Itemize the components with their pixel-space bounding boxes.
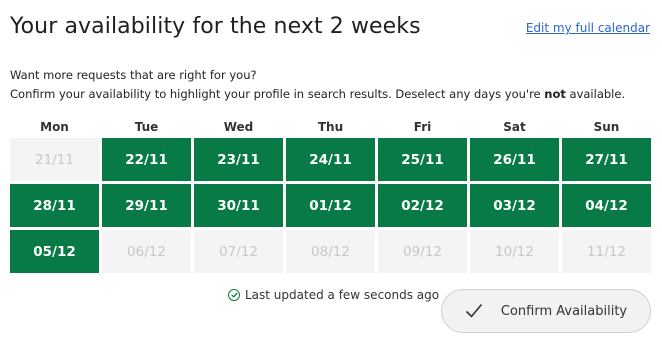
date-cell[interactable]: 09/12 [378,230,467,273]
edit-full-calendar-link[interactable]: Edit my full calendar [526,21,650,35]
date-cell[interactable]: 28/11 [10,184,99,227]
confirm-availability-label: Confirm Availability [500,303,628,319]
day-header-tue: Tue [134,120,159,134]
date-cell[interactable]: 01/12 [286,184,375,227]
day-header-sun: Sun [593,120,620,134]
day-header-sat: Sat [503,120,526,134]
date-cell[interactable]: 25/11 [378,138,467,181]
date-cell[interactable]: 02/12 [378,184,467,227]
intro-line-2-bold: not [544,87,566,101]
date-cell[interactable]: 21/11 [10,138,99,181]
intro-text: Want more requests that are right for yo… [10,66,625,104]
date-cell[interactable]: 22/11 [102,138,191,181]
day-header-wed: Wed [223,120,254,134]
day-headers: Mon Tue Wed Thu Fri Sat Sun [10,118,651,138]
date-grid: 21/11 22/11 23/11 24/11 25/11 26/11 27/11 28/11… [10,138,651,273]
checkmark-icon [465,303,483,319]
intro-line-2: Confirm your availability to highlight y… [10,85,625,104]
date-cell[interactable]: 29/11 [102,184,191,227]
day-header-fri: Fri [413,120,432,134]
last-updated-text: Last updated a few seconds ago [245,288,440,302]
date-cell[interactable]: 23/11 [194,138,283,181]
date-cell[interactable]: 06/12 [102,230,191,273]
day-header-thu: Thu [317,120,344,134]
date-cell[interactable]: 07/12 [194,230,283,273]
check-circle-icon [228,289,240,301]
intro-line-2-end: available. [565,87,626,101]
page-title: Your availability for the next 2 weeks [10,14,421,39]
date-cell[interactable]: 27/11 [562,138,651,181]
availability-calendar: Mon Tue Wed Thu Fri Sat Sun 21/11 22/11 23/11 24/… [10,118,651,273]
intro-line-2-start: Confirm your availability to highlight y… [10,87,545,101]
confirm-availability-button[interactable]: Confirm Availability [441,289,651,333]
date-cell[interactable]: 11/12 [562,230,651,273]
intro-line-1: Want more requests that are right for yo… [10,68,257,82]
last-updated-status: Last updated a few seconds ago [228,288,439,302]
date-cell[interactable]: 26/11 [470,138,559,181]
date-cell[interactable]: 03/12 [470,184,559,227]
date-cell[interactable]: 24/11 [286,138,375,181]
date-cell[interactable]: 08/12 [286,230,375,273]
date-cell[interactable]: 10/12 [470,230,559,273]
date-cell[interactable]: 30/11 [194,184,283,227]
date-cell[interactable]: 04/12 [562,184,651,227]
date-cell[interactable]: 05/12 [10,230,99,273]
day-header-mon: Mon [40,120,69,134]
